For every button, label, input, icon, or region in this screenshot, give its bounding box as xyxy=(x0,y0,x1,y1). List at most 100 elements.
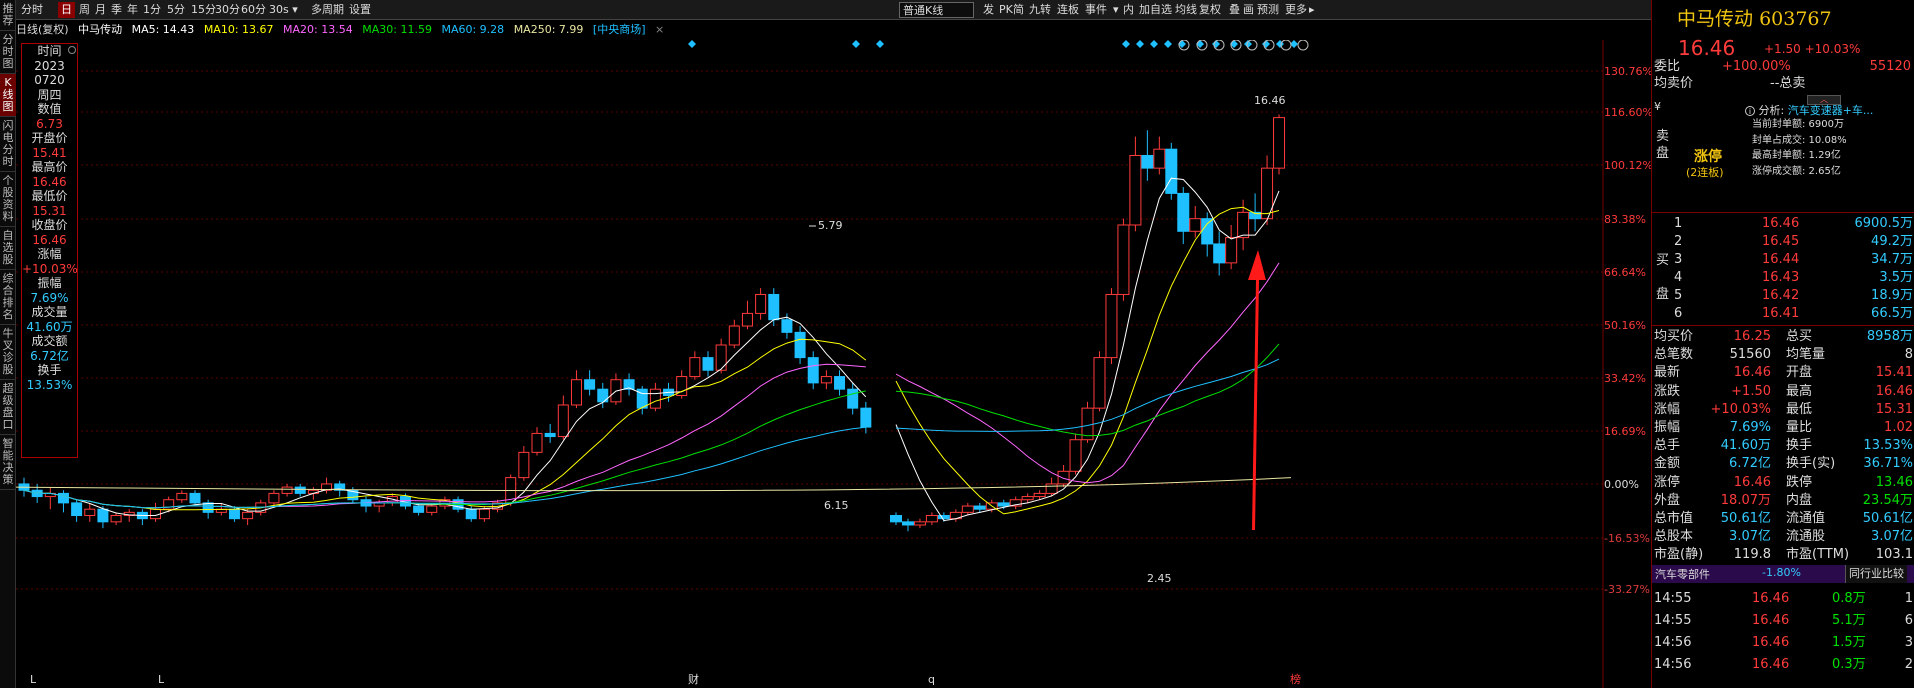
stat-label: 内盘 xyxy=(1786,492,1813,508)
limit-up-title: 涨停 xyxy=(1694,149,1722,165)
toolbar-button[interactable]: 九转 xyxy=(1026,2,1054,18)
stat-label: 最低 xyxy=(1786,401,1813,417)
info-label: 周四 xyxy=(37,87,62,102)
left-nav-item[interactable]: 个股资料 xyxy=(0,172,16,227)
left-nav-item[interactable]: 推荐 xyxy=(0,0,16,31)
toolbar-button[interactable]: 事件 xyxy=(1082,2,1110,18)
candle[interactable] xyxy=(1081,401,1094,443)
stock-title: 中马传动 603767 xyxy=(1677,8,1832,30)
candle[interactable] xyxy=(1117,218,1130,301)
kline-type-select[interactable]: 普通K线 xyxy=(899,2,974,18)
settings-icon[interactable] xyxy=(68,46,76,54)
stat-label: 换手 xyxy=(1786,438,1813,454)
bid-volume: 34.7万 xyxy=(1871,252,1913,267)
x-axis-label: L xyxy=(30,673,37,686)
bid-row: 2 16.45 49.2万 xyxy=(1652,233,1914,250)
toolbar-button[interactable]: 连板 xyxy=(1054,2,1082,18)
toolbar-button[interactable]: 简 xyxy=(1010,2,1027,18)
info-value: 2023 xyxy=(34,58,65,73)
candle[interactable] xyxy=(1093,351,1106,412)
bid-row: 3 16.44 34.7万 xyxy=(1652,251,1914,268)
toolbar-button[interactable]: 发 xyxy=(980,2,997,18)
period-tab[interactable]: 周 xyxy=(76,2,93,18)
tick-time: 14:56 xyxy=(1654,635,1692,650)
price-annotation: 5.79 xyxy=(818,219,843,232)
sector-pct: -1.80% xyxy=(1762,566,1801,579)
period-tab[interactable]: 年 xyxy=(124,2,141,18)
period-tab[interactable]: 60分 xyxy=(238,2,269,18)
stat-value: 16.46 xyxy=(1875,383,1913,399)
stat-label: 总笔数 xyxy=(1654,347,1694,363)
bid-volume: 66.5万 xyxy=(1871,306,1913,321)
toolbar-button[interactable]: 预测 xyxy=(1254,2,1282,18)
period-tab[interactable]: 1分 xyxy=(140,2,164,18)
period-tab[interactable]: 5分 xyxy=(164,2,188,18)
bid-volume: 3.5万 xyxy=(1879,270,1913,285)
candle[interactable] xyxy=(1105,288,1118,364)
period-tab[interactable]: 多周期 xyxy=(308,2,347,18)
sector-tag[interactable]: [中央商场] xyxy=(593,23,646,36)
kline-chart[interactable]: 5.79 6.15 2.45 16.46 L L 财 q 榜 xyxy=(16,40,1604,688)
info-value: 15.41 xyxy=(32,145,67,160)
stat-value: +10.03% xyxy=(1710,401,1771,417)
toolbar-button[interactable]: 加自选 xyxy=(1136,2,1175,18)
candle[interactable] xyxy=(1069,433,1082,475)
tick-time: 14:55 xyxy=(1654,591,1692,606)
candle[interactable] xyxy=(1273,114,1286,175)
stat-value: 23.54万 xyxy=(1862,492,1913,508)
sector-name[interactable]: 汽车零部件 xyxy=(1655,566,1710,582)
toolbar-button[interactable]: 内 xyxy=(1120,2,1137,18)
left-nav-item[interactable]: 智能决策 xyxy=(0,435,16,490)
info-value: +10.03% xyxy=(22,261,78,276)
close-icon[interactable]: × xyxy=(655,23,664,36)
left-nav-item[interactable]: 分时图 xyxy=(0,31,16,74)
toolbar-button[interactable]: ▸ xyxy=(1306,2,1318,18)
ma30-label: MA30: 11.59 xyxy=(362,23,432,36)
stat-row: 均买价 16.25 总买 8958万 xyxy=(1652,328,1914,345)
stat-value: 6.72亿 xyxy=(1729,456,1771,472)
info-value: 16.46 xyxy=(32,174,67,189)
y-tick-label: 0.00% xyxy=(1604,478,1639,491)
tick-volume: 0.3万 xyxy=(1832,657,1866,672)
period-tab[interactable]: 分时 xyxy=(18,2,46,18)
stat-row: 总笔数 51560 均笔量 8 xyxy=(1652,346,1914,363)
stat-row: 市盈(静) 119.8 市盈(TTM) 103.1 xyxy=(1652,546,1914,563)
tick-count: 3 xyxy=(1904,635,1913,650)
period-tab[interactable]: 日 xyxy=(58,2,75,18)
info-value: 0720 xyxy=(34,73,65,87)
limit-up-streak: (2连板) xyxy=(1686,166,1724,179)
stat-label: 总买 xyxy=(1786,329,1813,344)
toolbar-button[interactable]: 复权 xyxy=(1196,2,1224,18)
stat-value: 50.61亿 xyxy=(1862,511,1913,526)
limit-up-card[interactable]: 涨停 (2连板) i 分析: 汽车变速器+车... 当前封单额: 6900万 封… xyxy=(1664,102,1914,200)
stat-label: 量比 xyxy=(1786,420,1813,435)
period-tab[interactable]: 季 xyxy=(108,2,125,18)
candle[interactable] xyxy=(1165,142,1178,200)
left-nav-item[interactable]: 综合排名 xyxy=(0,270,16,325)
sector-bar[interactable]: 汽车零部件 -1.80% 同行业比较 xyxy=(1652,565,1914,583)
left-nav-item[interactable]: K线图 xyxy=(0,74,16,117)
left-nav-item[interactable]: 闪电分时 xyxy=(0,117,16,172)
left-nav-item[interactable]: 牛叉诊股 xyxy=(0,325,16,380)
period-tab[interactable]: 月 xyxy=(92,2,109,18)
left-nav-item[interactable]: 自选股 xyxy=(0,227,16,270)
stat-row: 涨跌 +1.50 最高 16.46 xyxy=(1652,383,1914,400)
stat-row: 最新 16.46 开盘 15.41 xyxy=(1652,364,1914,381)
compare-button[interactable]: 同行业比较 xyxy=(1845,565,1907,583)
bid-volume: 18.9万 xyxy=(1871,288,1913,303)
stat-label: 市盈(静) xyxy=(1654,547,1704,563)
sector-link[interactable]: 汽车变速器+车... xyxy=(1788,104,1874,117)
info-label: 成交量 xyxy=(31,305,68,319)
stat-row: 总股本 3.07亿 流通股 3.07亿 xyxy=(1652,528,1914,545)
yen-icon: ¥ xyxy=(1654,100,1661,113)
stat-value: 13.46 xyxy=(1875,474,1913,490)
bid-row: 1 16.46 6900.5万 xyxy=(1652,215,1914,232)
stat-value: 7.69% xyxy=(1729,420,1771,435)
period-tab[interactable]: 30s ▾ xyxy=(266,2,301,18)
stat-row: 外盘 18.07万 内盘 23.54万 xyxy=(1652,492,1914,509)
stat-label: 金额 xyxy=(1654,456,1681,472)
period-tab[interactable]: 设置 xyxy=(346,2,374,18)
x-axis-label: L xyxy=(158,673,165,686)
left-nav-item[interactable]: 超级盘口 xyxy=(0,380,16,435)
bid-level: 6 xyxy=(1674,306,1683,321)
